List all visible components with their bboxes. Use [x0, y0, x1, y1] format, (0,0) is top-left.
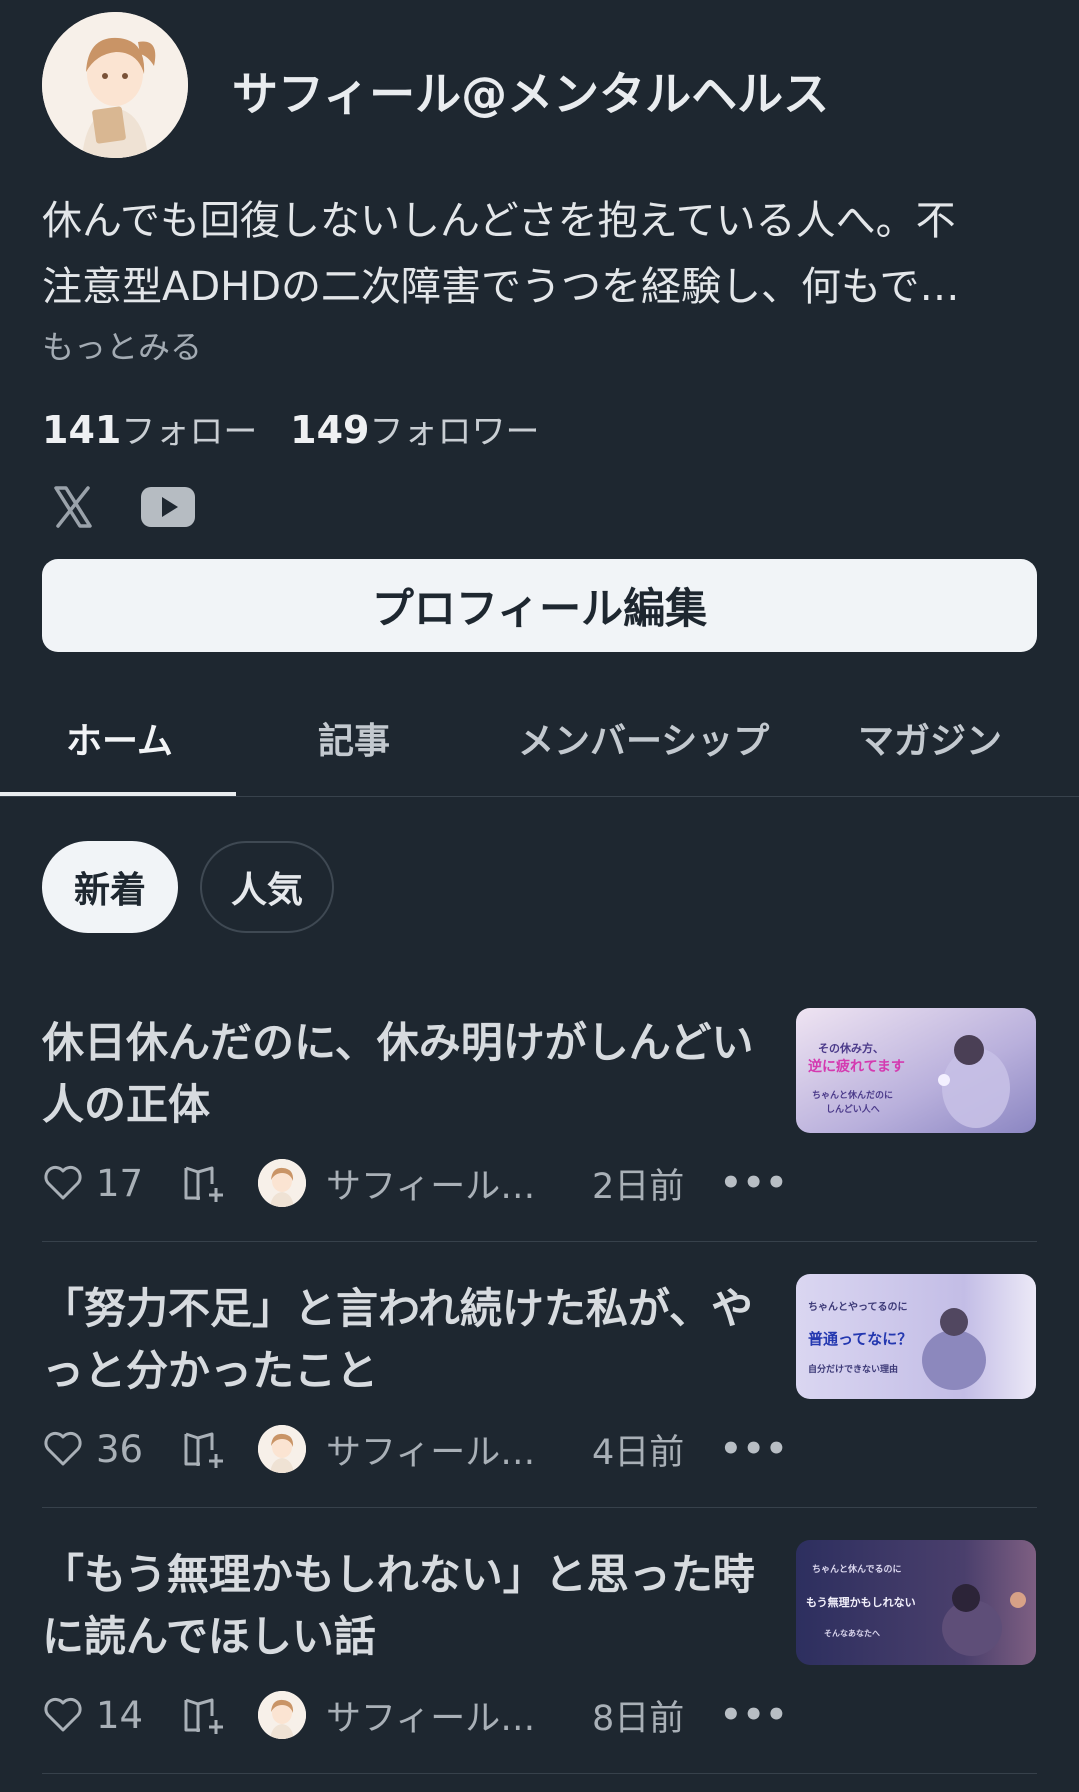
- more-options-icon[interactable]: •••: [720, 1163, 788, 1203]
- thumb-text: 自分だけできない理由: [808, 1365, 899, 1375]
- article-title[interactable]: 「努力不足」と言われ続けた私が、や っと分かったこと: [42, 1278, 782, 1402]
- article-meta: 36 サフィール… 4日前 •••: [42, 1424, 788, 1474]
- bio-line: 注意型ADHDの二次障害でうつを経験し、何もで…: [42, 264, 960, 310]
- article-meta: 17 サフィール… 2日前 •••: [42, 1158, 788, 1208]
- article-title-line: 人の正体: [42, 1080, 211, 1129]
- article-thumbnail[interactable]: ちゃんと休んでるのに もう無理かもしれない そんなあなたへ: [796, 1540, 1036, 1665]
- post-date: 2日前: [592, 1166, 685, 1207]
- tab-divider: [0, 796, 1079, 797]
- article-title-line: っと分かったこと: [42, 1346, 379, 1395]
- thumb-text: ちゃんと休んでるのに: [812, 1565, 902, 1575]
- follower-stat[interactable]: 149フォロワー: [290, 408, 540, 452]
- bio-line: 休んでも回復しないしんどさを抱えている人へ。不: [42, 198, 956, 244]
- heart-icon[interactable]: [42, 1162, 84, 1204]
- profile-name: サフィール@メンタルヘルス: [232, 67, 830, 121]
- thumb-text: ちゃんとやってるのに: [808, 1302, 908, 1313]
- thumb-text: ちゃんと休んだのに: [812, 1091, 894, 1101]
- more-options-icon[interactable]: •••: [720, 1429, 788, 1469]
- follow-label: フォロー: [121, 412, 258, 452]
- thumb-text: もう無理かもしれない: [806, 1596, 916, 1609]
- thumb-text: しんどい人へ: [826, 1105, 880, 1115]
- follower-label: フォロワー: [369, 412, 540, 452]
- show-more-link[interactable]: もっとみる: [42, 322, 202, 368]
- like-count: 17: [96, 1161, 144, 1205]
- edit-profile-button[interactable]: プロフィール編集: [42, 559, 1037, 652]
- article-thumbnail[interactable]: ちゃんとやってるのに 普通ってなに？ 自分だけできない理由: [796, 1274, 1036, 1399]
- thumb-text: 普通ってなに？: [808, 1330, 913, 1348]
- author-avatar[interactable]: [258, 1691, 306, 1739]
- tab-home[interactable]: ホーム: [66, 712, 173, 764]
- article-title-line: に読んでほしい話: [42, 1612, 376, 1661]
- article-meta: 14 サフィール… 8日前 •••: [42, 1690, 788, 1740]
- profile-bio: 休んでも回復しないしんどさを抱えている人へ。不 注意型ADHDの二次障害でうつを…: [42, 188, 1042, 320]
- author-avatar[interactable]: [258, 1159, 306, 1207]
- x-icon[interactable]: [50, 484, 96, 530]
- youtube-icon[interactable]: [140, 486, 196, 528]
- article-title[interactable]: 休日休んだのに、休み明けがしんどい 人の正体: [42, 1012, 782, 1136]
- tab-articles[interactable]: 記事: [318, 712, 390, 764]
- tab-magazine[interactable]: マガジン: [858, 712, 1002, 764]
- article-divider: [42, 1507, 1037, 1508]
- more-options-icon[interactable]: •••: [720, 1695, 788, 1735]
- author-avatar[interactable]: [258, 1425, 306, 1473]
- thumb-text: そんなあなたへ: [824, 1629, 880, 1638]
- author-name[interactable]: サフィール…: [326, 1424, 536, 1475]
- tab-membership[interactable]: メンバーシップ: [518, 712, 769, 764]
- like-count: 14: [96, 1693, 144, 1737]
- article-title[interactable]: 「もう無理かもしれない」と思った時 に読んでほしい話: [42, 1544, 782, 1668]
- heart-icon[interactable]: [42, 1694, 84, 1736]
- add-to-magazine-icon[interactable]: [182, 1428, 228, 1470]
- article-thumbnail[interactable]: その休み方、 逆に疲れてます ちゃんと休んだのに しんどい人へ: [796, 1008, 1036, 1133]
- thumb-text: 逆に疲れてます: [808, 1059, 905, 1075]
- profile-avatar[interactable]: [42, 12, 188, 158]
- follow-count: 141: [42, 408, 122, 452]
- heart-icon[interactable]: [42, 1428, 84, 1470]
- article-divider: [42, 1241, 1037, 1242]
- article-title-line: 「努力不足」と言われ続けた私が、や: [42, 1284, 754, 1333]
- add-to-magazine-icon[interactable]: [182, 1694, 228, 1736]
- follower-count: 149: [290, 408, 370, 452]
- author-name[interactable]: サフィール…: [326, 1690, 536, 1741]
- follow-stat[interactable]: 141フォロー: [42, 408, 258, 452]
- sort-new-button[interactable]: 新着: [42, 841, 178, 933]
- post-date: 8日前: [592, 1698, 685, 1739]
- author-name[interactable]: サフィール…: [326, 1158, 536, 1209]
- article-title-line: 「もう無理かもしれない」と思った時: [42, 1550, 755, 1599]
- thumb-text: その休み方、: [818, 1042, 884, 1055]
- article-title-line: 休日休んだのに、休み明けがしんどい: [42, 1018, 754, 1067]
- follow-stats: 141フォロー 149フォロワー: [42, 404, 539, 453]
- like-count: 36: [96, 1427, 144, 1471]
- add-to-magazine-icon[interactable]: [182, 1162, 228, 1204]
- sort-popular-button[interactable]: 人気: [200, 841, 334, 933]
- article-divider: [42, 1773, 1037, 1774]
- post-date: 4日前: [592, 1432, 685, 1473]
